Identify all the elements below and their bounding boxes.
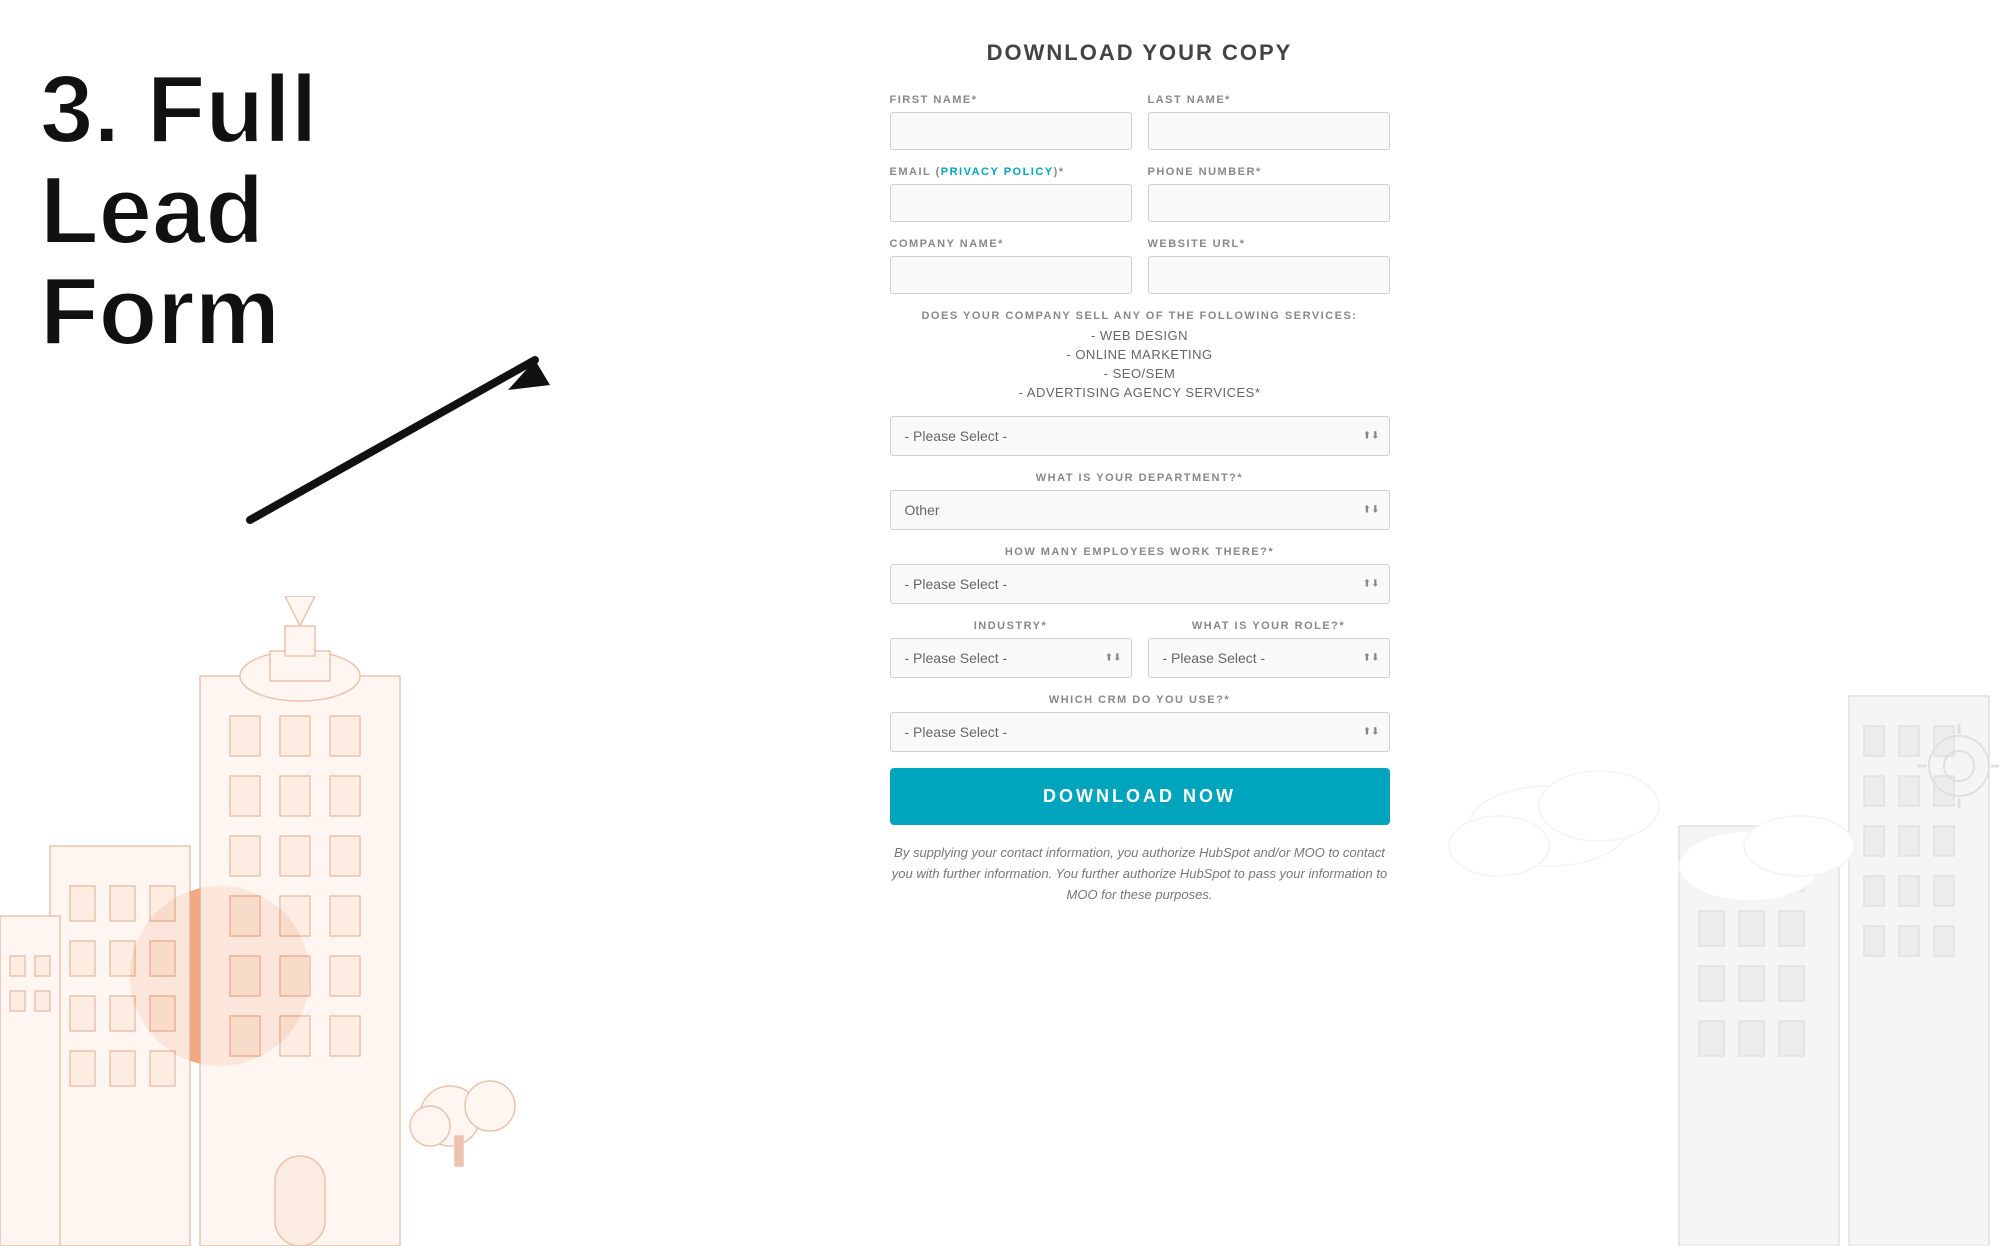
page-title: 3. FullLeadForm xyxy=(40,60,317,362)
crm-label: WHICH CRM DO YOU USE?* xyxy=(890,694,1390,706)
last-name-group: LAST NAME* xyxy=(1148,94,1390,150)
first-name-group: FIRST NAME* xyxy=(890,94,1132,150)
services-item-1: - WEB DESIGN xyxy=(890,328,1390,343)
services-item-4: - ADVERTISING AGENCY SERVICES* xyxy=(890,385,1390,400)
form-disclaimer: By supplying your contact information, y… xyxy=(890,843,1390,905)
services-section: DOES YOUR COMPANY SELL ANY OF THE FOLLOW… xyxy=(890,310,1390,400)
industry-select[interactable]: - Please Select - Technology Finance Hea… xyxy=(890,638,1132,678)
employees-group: HOW MANY EMPLOYEES WORK THERE?* - Please… xyxy=(890,546,1390,604)
department-select[interactable]: Please Select Marketing Sales IT Operati… xyxy=(890,490,1390,530)
phone-label: PHONE NUMBER* xyxy=(1148,166,1390,178)
left-label-container: 3. FullLeadForm xyxy=(40,60,317,362)
last-name-label: LAST NAME* xyxy=(1148,94,1390,106)
department-select-wrapper: Please Select Marketing Sales IT Operati… xyxy=(890,490,1390,530)
company-label: COMPANY NAME* xyxy=(890,238,1132,250)
industry-label: INDUSTRY* xyxy=(890,620,1132,632)
agency-services-group: - Please Select - Yes No xyxy=(890,416,1390,456)
role-select-wrapper: - Please Select - Manager Director VP C-… xyxy=(1148,638,1390,678)
employees-label: HOW MANY EMPLOYEES WORK THERE?* xyxy=(890,546,1390,558)
right-buildings xyxy=(1399,646,1999,1246)
form-title: DOWNLOAD YOUR COPY xyxy=(890,40,1390,66)
website-group: WEBSITE URL* xyxy=(1148,238,1390,294)
role-select[interactable]: - Please Select - Manager Director VP C-… xyxy=(1148,638,1390,678)
form-container: DOWNLOAD YOUR COPY FIRST NAME* LAST NAME… xyxy=(890,40,1390,905)
department-label: WHAT IS YOUR DEPARTMENT?* xyxy=(890,472,1390,484)
role-col: WHAT IS YOUR ROLE?* - Please Select - Ma… xyxy=(1148,620,1390,678)
email-phone-row: EMAIL (PRIVACY POLICY)* PHONE NUMBER* xyxy=(890,166,1390,222)
left-buildings xyxy=(0,596,600,1246)
crm-select[interactable]: - Please Select - HubSpot Salesforce Zoh… xyxy=(890,712,1390,752)
email-group: EMAIL (PRIVACY POLICY)* xyxy=(890,166,1132,222)
name-row: FIRST NAME* LAST NAME* xyxy=(890,94,1390,150)
email-input[interactable] xyxy=(890,184,1132,222)
services-item-3: - SEO/SEM xyxy=(890,366,1390,381)
privacy-policy-link[interactable]: PRIVACY POLICY xyxy=(941,166,1054,178)
employees-select-wrapper: - Please Select - 1-10 11-50 51-200 201-… xyxy=(890,564,1390,604)
crm-select-wrapper: - Please Select - HubSpot Salesforce Zoh… xyxy=(890,712,1390,752)
download-button[interactable]: DOWNLOAD NOW xyxy=(890,768,1390,825)
company-input[interactable] xyxy=(890,256,1132,294)
first-name-label: FIRST NAME* xyxy=(890,94,1132,106)
website-input[interactable] xyxy=(1148,256,1390,294)
industry-select-wrapper: - Please Select - Technology Finance Hea… xyxy=(890,638,1132,678)
company-group: COMPANY NAME* xyxy=(890,238,1132,294)
crm-group: WHICH CRM DO YOU USE?* - Please Select -… xyxy=(890,694,1390,752)
first-name-input[interactable] xyxy=(890,112,1132,150)
services-item-2: - ONLINE MARKETING xyxy=(890,347,1390,362)
industry-role-row: INDUSTRY* - Please Select - Technology F… xyxy=(890,620,1390,678)
agency-services-select[interactable]: - Please Select - Yes No xyxy=(890,416,1390,456)
agency-services-select-wrapper: - Please Select - Yes No xyxy=(890,416,1390,456)
industry-col: INDUSTRY* - Please Select - Technology F… xyxy=(890,620,1132,678)
role-label: WHAT IS YOUR ROLE?* xyxy=(1148,620,1390,632)
employees-select[interactable]: - Please Select - 1-10 11-50 51-200 201-… xyxy=(890,564,1390,604)
page-wrapper: 3. FullLeadForm xyxy=(0,0,1999,1246)
services-question: DOES YOUR COMPANY SELL ANY OF THE FOLLOW… xyxy=(890,310,1390,322)
website-label: WEBSITE URL* xyxy=(1148,238,1390,250)
last-name-input[interactable] xyxy=(1148,112,1390,150)
phone-group: PHONE NUMBER* xyxy=(1148,166,1390,222)
phone-input[interactable] xyxy=(1148,184,1390,222)
department-group: WHAT IS YOUR DEPARTMENT?* Please Select … xyxy=(890,472,1390,530)
company-website-row: COMPANY NAME* WEBSITE URL* xyxy=(890,238,1390,294)
email-label: EMAIL (PRIVACY POLICY)* xyxy=(890,166,1132,178)
